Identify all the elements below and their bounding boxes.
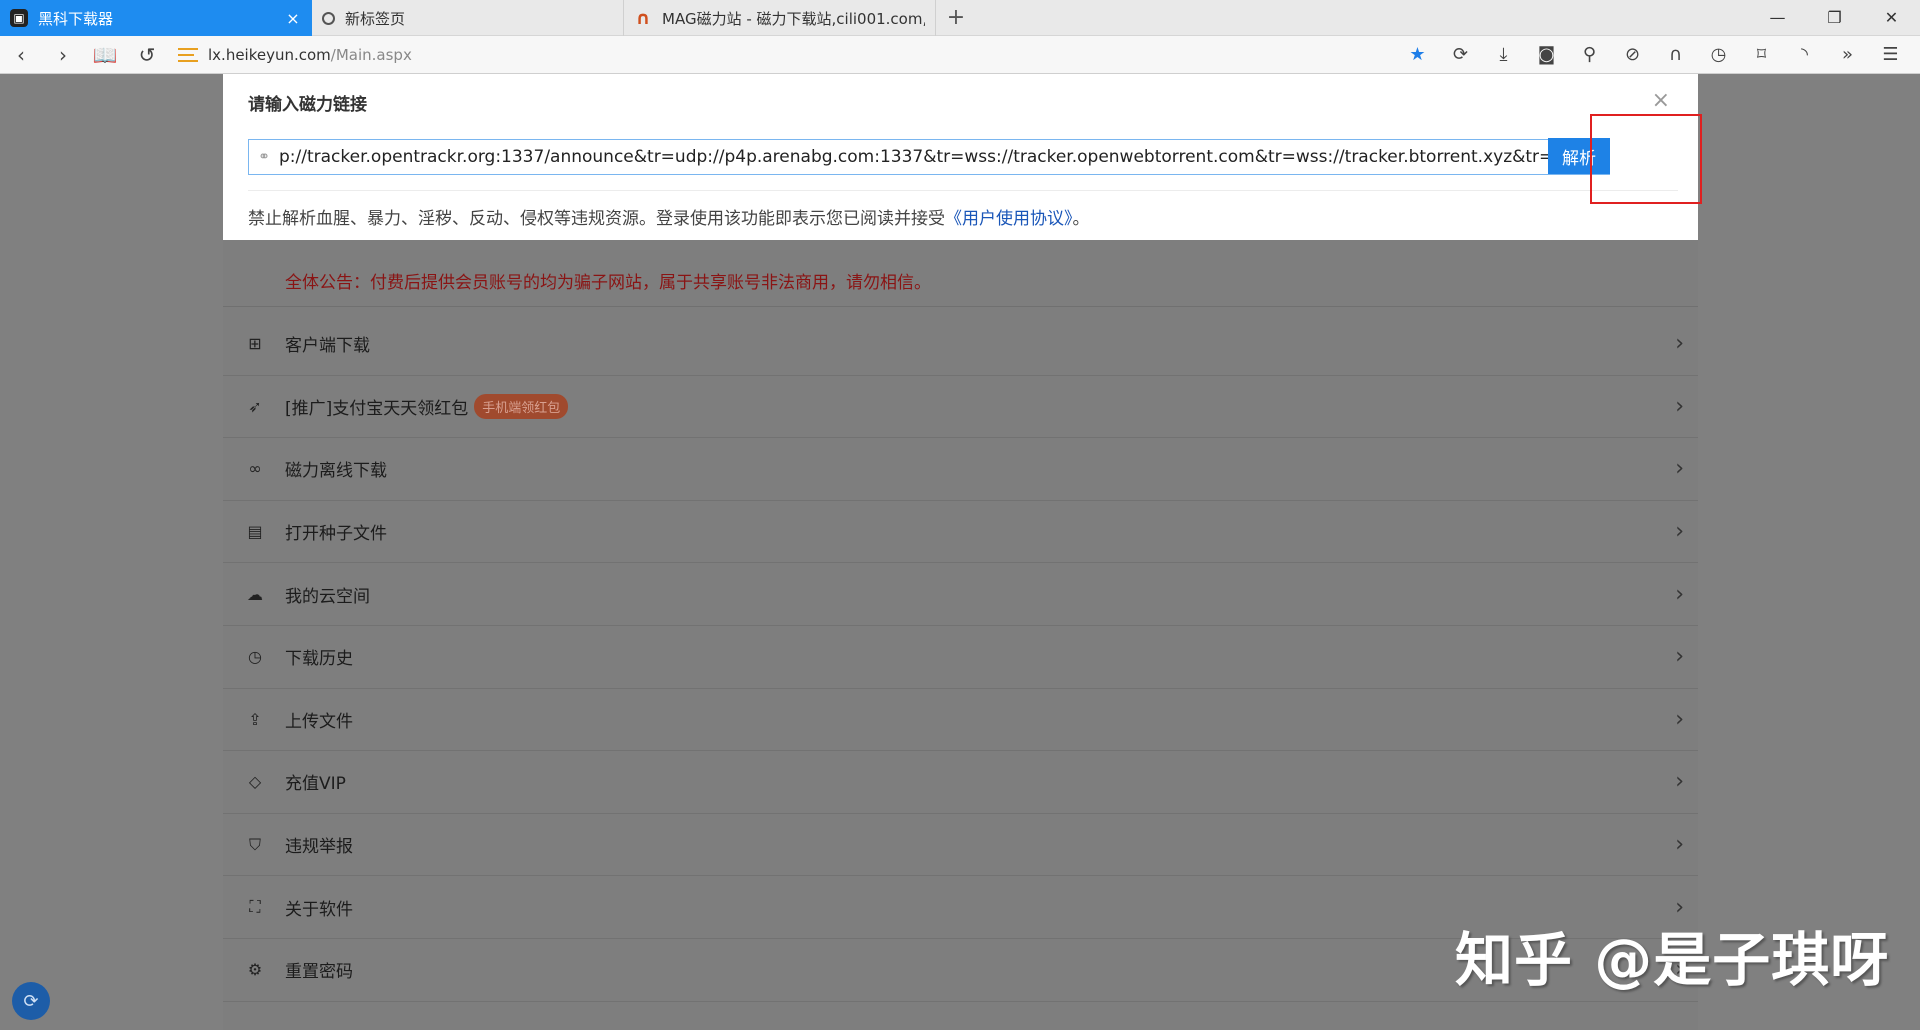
refresh-icon[interactable]: ⟳ [1439,36,1482,74]
toolbar: ★ ⟳ ⤓ ◙ ⚲ ⊘ ∩ ◷ ⌑ ◝ » ☰ [1396,36,1912,74]
back-icon[interactable]: ‹ [0,36,42,74]
menu-item-download-history[interactable]: ◷ 下载历史 › [223,626,1698,689]
url-domain: lx.heikeyun.com [208,45,331,64]
divider [248,190,1678,191]
tab-title: 黑科下载器 [38,9,114,28]
chevron-right-icon: › [1675,456,1684,482]
menu-item-label: 下载历史 [285,649,353,670]
menu-item-cloud-space[interactable]: ☁ 我的云空间 › [223,563,1698,626]
bookmark-star-icon[interactable]: ★ [1396,36,1439,74]
ring-icon [322,11,335,25]
menu-item-label: [推广]支付宝天天领红包 [285,398,469,419]
tab-heike-downloader[interactable]: ▣ 黑科下载器 × [0,0,312,36]
minimize-button[interactable]: — [1749,0,1806,35]
close-window-button[interactable]: ✕ [1863,0,1920,35]
forward-icon[interactable]: › [42,36,84,74]
close-icon[interactable]: × [1652,88,1670,113]
menu-icon[interactable]: ☰ [1869,36,1912,74]
upload-icon: ⇪ [248,709,262,729]
chevron-right-icon: › [1675,769,1684,795]
chevron-right-icon: › [1675,832,1684,858]
menu-item-label: 磁力离线下载 [285,461,387,482]
notice-text: 禁止解析血腥、暴力、淫秽、反动、侵权等违规资源。登录使用该功能即表示您已阅读并接… [248,209,945,229]
dialog-title: 请输入磁力链接 [248,95,367,115]
menu-item-label: 上传文件 [285,711,353,732]
link-icon: ⚭ [258,149,270,165]
window-controls: — ❐ ✕ [1749,0,1920,35]
chevron-right-icon: › [1675,393,1684,419]
promo-badge: 手机端领红包 [474,393,569,419]
reading-mode-icon[interactable]: 📖 [84,36,126,74]
menu-list: ⊞ 客户端下载 › ➶ [推广]支付宝天天领红包 手机端领红包 › ∞ 磁力离线… [223,313,1698,1002]
headphones-icon[interactable]: ∩ [1654,36,1697,74]
magnet-link-input[interactable] [279,140,1548,174]
rocket-icon[interactable]: ⚲ [1568,36,1611,74]
magnet-icon: ∩ [635,7,651,29]
clock-icon[interactable]: ◷ [1697,36,1740,74]
history-undo-icon[interactable]: ↺ [126,36,168,74]
chevron-right-icon: › [1675,706,1684,732]
restore-button[interactable]: ❐ [1806,0,1863,35]
menu-item-alipay-promo[interactable]: ➶ [推广]支付宝天天领红包 手机端领红包 › [223,376,1698,439]
gear-icon: ⚙ [247,960,263,980]
menu-item-label: 重置密码 [285,962,353,983]
tab-title: 新标签页 [345,9,406,28]
close-tab-icon[interactable]: × [284,9,302,28]
menu-item-label: 打开种子文件 [285,524,387,545]
sync-icon[interactable]: ⟳ [12,982,50,1020]
tab-mag-magnet-site[interactable]: ∩ MAG磁力站 - 磁力下载站,cili001.com,最 [624,0,936,36]
rss-icon[interactable]: ◝ [1783,36,1826,74]
magnet-link-dialog: 请输入磁力链接 × ⚭ 解析 禁止解析血腥、暴力、淫秽、反动、侵权等违规资源。登… [223,74,1698,240]
file-icon: ▤ [247,522,263,542]
menu-item-upload-file[interactable]: ⇪ 上传文件 › [223,689,1698,752]
chevron-right-icon: › [1675,519,1684,545]
new-tab-button[interactable]: + [936,0,976,35]
menu-item-magnet-offline[interactable]: ∞ 磁力离线下载 › [223,438,1698,501]
camera-icon[interactable]: ◙ [1525,36,1568,74]
sitemap-icon: ⛶ [249,897,261,917]
download-icon[interactable]: ⤓ [1482,36,1525,74]
menu-item-label: 违规举报 [285,837,353,858]
address-bar: ‹ › 📖 ↺ lx.heikeyun.com/Main.aspx ★ ⟳ ⤓ … [0,36,1920,74]
url-text: lx.heikeyun.com/Main.aspx [208,46,412,64]
clock-icon: ◷ [248,647,262,667]
menu-item-open-torrent[interactable]: ▤ 打开种子文件 › [223,501,1698,564]
user-agreement-link[interactable]: 《用户使用协议》 [945,209,1073,229]
tab-title: MAG磁力站 - 磁力下载站,cili001.com,最 [662,9,925,28]
page-info-icon[interactable] [178,47,198,62]
menu-item-recharge-vip[interactable]: ◇ 充值VIP › [223,751,1698,814]
menu-item-label: 客户端下载 [285,336,370,357]
menu-item-label: 我的云空间 [285,586,370,607]
chevron-right-icon: › [1675,581,1684,607]
magnet-input-group: ⚭ 解析 [248,138,1610,175]
app-icon: ▣ [10,9,28,27]
watermark: 知乎 @是子琪呀 [1455,926,1890,994]
shield-icon: ⛉ [248,834,261,854]
more-icon[interactable]: » [1826,36,1869,74]
announcement: 全体公告：付费后提供会员账号的均为骗子网站，属于共享账号非法商用，请勿相信。 [223,254,1698,307]
menu-item-label: 关于软件 [285,899,353,920]
compass-icon[interactable]: ⊘ [1611,36,1654,74]
tab-bar: ▣ 黑科下载器 × 新标签页 ∩ MAG磁力站 - 磁力下载站,cili001.… [0,0,1920,36]
windows-icon: ⊞ [248,334,262,354]
link-icon: ∞ [248,459,262,479]
url-path: /Main.aspx [330,45,412,64]
annotation-highlight-box [1590,114,1702,204]
notice-suffix: 。 [1072,209,1090,229]
tab-new-tab[interactable]: 新标签页 [312,0,624,36]
bookmark-icon[interactable]: ⌑ [1740,36,1783,74]
menu-item-report-violation[interactable]: ⛉ 违规举报 › [223,814,1698,877]
diamond-icon: ◇ [248,772,262,792]
rocket-icon: ➶ [248,396,262,416]
cloud-icon: ☁ [247,584,263,604]
usage-notice: 禁止解析血腥、暴力、淫秽、反动、侵权等违规资源。登录使用该功能即表示您已阅读并接… [248,204,1090,229]
url-field[interactable]: lx.heikeyun.com/Main.aspx [178,36,1396,74]
menu-item-client-download[interactable]: ⊞ 客户端下载 › [223,313,1698,376]
menu-item-label: 充值VIP [285,774,346,795]
chevron-right-icon: › [1675,644,1684,670]
chevron-right-icon: › [1675,331,1684,357]
